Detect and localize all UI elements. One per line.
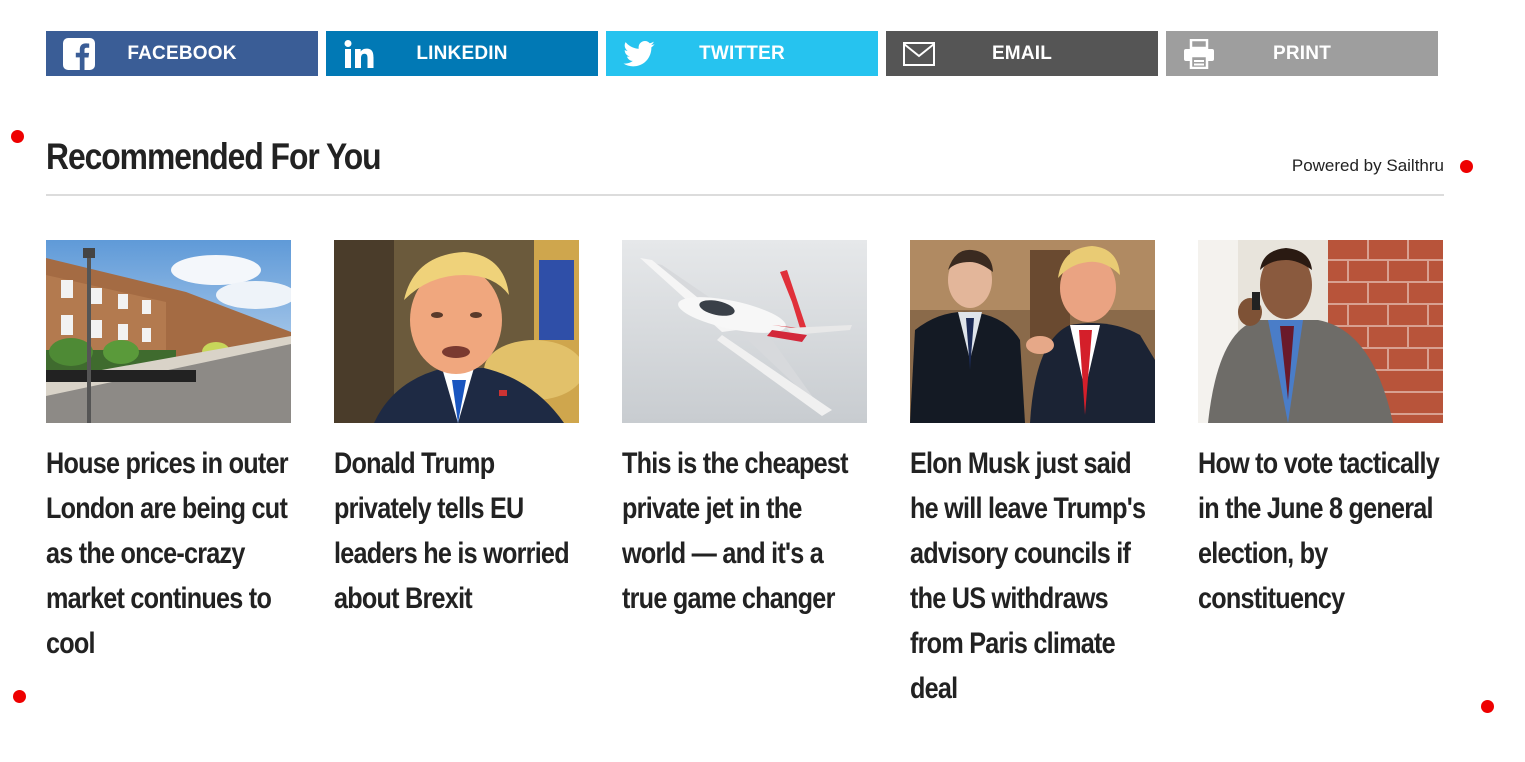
article-thumbnail-jet[interactable] xyxy=(622,240,867,423)
marker-dot xyxy=(13,690,26,703)
facebook-share-button[interactable]: FACEBOOK xyxy=(46,31,318,76)
print-label: PRINT xyxy=(1273,42,1331,64)
printer-icon xyxy=(1166,31,1232,76)
facebook-icon xyxy=(46,31,112,76)
article-headline[interactable]: House prices in outer London are being c… xyxy=(46,441,290,666)
linkedin-share-button[interactable]: LINKEDIN xyxy=(326,31,598,76)
article-thumbnail-musk-trump[interactable] xyxy=(910,240,1155,423)
linkedin-icon xyxy=(326,31,392,76)
marker-dot xyxy=(11,130,24,143)
twitter-share-button[interactable]: TWITTER xyxy=(606,31,878,76)
recommended-header: Recommended For You Powered by Sailthru xyxy=(46,136,1444,196)
article-card[interactable]: How to vote tactically in the June 8 gen… xyxy=(1198,240,1443,711)
section-title: Recommended For You xyxy=(46,136,382,177)
share-bar: FACEBOOK LINKEDIN TWITTER EMAIL PRINT xyxy=(46,31,1438,76)
facebook-share-label: FACEBOOK xyxy=(127,42,237,64)
article-headline[interactable]: Elon Musk just said he will leave Trump'… xyxy=(910,441,1154,711)
twitter-share-label: TWITTER xyxy=(699,42,785,64)
recommended-list: House prices in outer London are being c… xyxy=(46,240,1443,711)
envelope-icon xyxy=(886,31,952,76)
article-thumbnail-houses[interactable] xyxy=(46,240,291,423)
article-thumbnail-politician[interactable] xyxy=(1198,240,1443,423)
article-card[interactable]: This is the cheapest private jet in the … xyxy=(622,240,867,711)
powered-by-link[interactable]: Powered by Sailthru xyxy=(1292,156,1444,176)
twitter-icon xyxy=(606,31,672,76)
email-share-label: EMAIL xyxy=(991,42,1053,64)
email-share-button[interactable]: EMAIL xyxy=(886,31,1158,76)
marker-dot xyxy=(1460,160,1473,173)
article-card[interactable]: Elon Musk just said he will leave Trump'… xyxy=(910,240,1155,711)
article-headline[interactable]: How to vote tactically in the June 8 gen… xyxy=(1198,441,1442,621)
article-headline[interactable]: Donald Trump privately tells EU leaders … xyxy=(334,441,578,621)
linkedin-share-label: LINKEDIN xyxy=(416,42,508,64)
article-thumbnail-trump[interactable] xyxy=(334,240,579,423)
article-headline[interactable]: This is the cheapest private jet in the … xyxy=(622,441,866,621)
print-button[interactable]: PRINT xyxy=(1166,31,1438,76)
marker-dot xyxy=(1481,700,1494,713)
article-card[interactable]: House prices in outer London are being c… xyxy=(46,240,291,711)
article-card[interactable]: Donald Trump privately tells EU leaders … xyxy=(334,240,579,711)
